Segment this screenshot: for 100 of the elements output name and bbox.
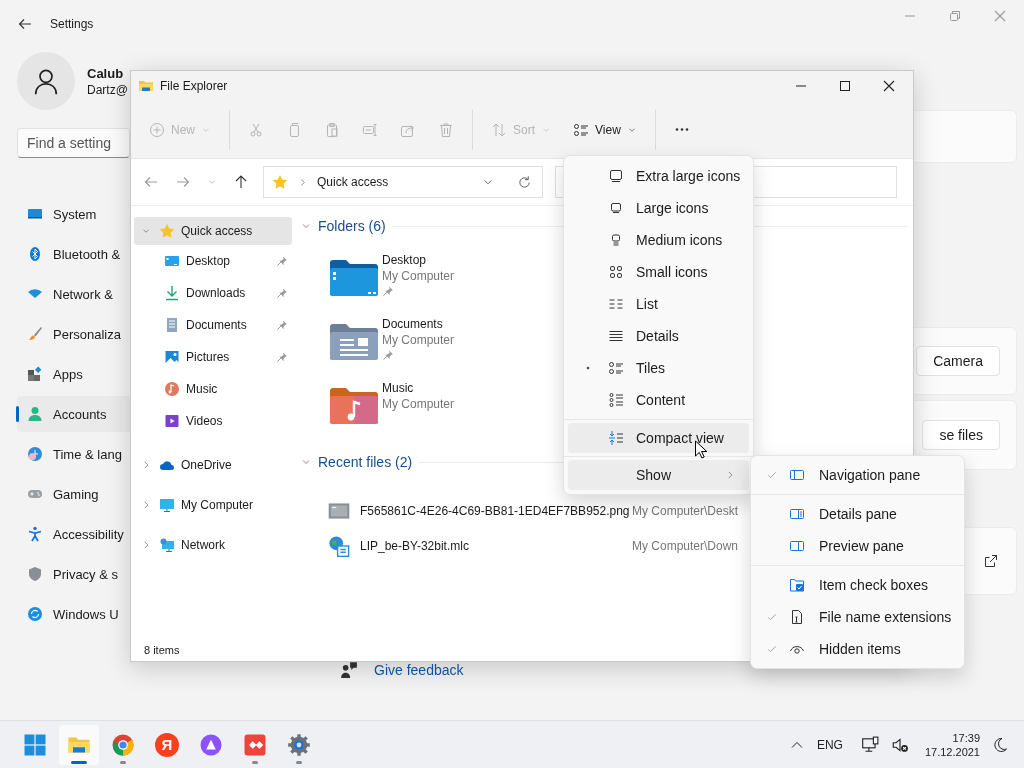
- refresh-icon: [517, 174, 532, 190]
- menu-item[interactable]: Details pane: [755, 498, 960, 530]
- apps-icon: [27, 366, 43, 382]
- tree-item[interactable]: Desktop: [134, 245, 292, 277]
- nav-item[interactable]: Accounts: [17, 396, 130, 432]
- browser-icon: [111, 732, 135, 757]
- chevron-icon: [141, 460, 151, 470]
- nav-item[interactable]: Apps: [17, 356, 130, 392]
- restore-icon[interactable]: [947, 8, 963, 24]
- nav-item[interactable]: Windows U: [17, 596, 130, 632]
- sort-icon: [491, 121, 507, 138]
- document-icon: [164, 317, 180, 333]
- pane-icon: [789, 467, 805, 483]
- maximize-icon[interactable]: [837, 78, 853, 94]
- browser-button[interactable]: Я: [147, 724, 187, 765]
- nav-item[interactable]: System: [17, 196, 130, 232]
- moon-icon[interactable]: [992, 736, 1008, 753]
- tree-item[interactable]: Videos: [134, 405, 292, 437]
- details-icon: [608, 328, 624, 344]
- checkbox-folder-icon: [789, 577, 805, 593]
- nav-item[interactable]: Time & lang: [17, 436, 130, 472]
- clock-time[interactable]: 17:39: [952, 731, 980, 744]
- menu-item[interactable]: Tiles: [568, 352, 749, 384]
- window-title: File Explorer: [160, 79, 228, 93]
- network-icon[interactable]: [860, 735, 879, 754]
- user-email: Dartz@: [87, 82, 128, 97]
- muted-speaker-icon[interactable]: [890, 735, 909, 754]
- nav-item[interactable]: Accessibility: [17, 516, 130, 552]
- layout-icon: [573, 121, 590, 138]
- menu-item[interactable]: Compact view: [568, 423, 749, 453]
- menu-item[interactable]: Content: [568, 384, 749, 416]
- sync-icon: [27, 606, 43, 622]
- desktop-icon: [164, 253, 180, 269]
- address-bar[interactable]: Quick access: [263, 166, 543, 198]
- tree-item[interactable]: Quick access: [134, 217, 292, 245]
- list-icon: [608, 296, 624, 312]
- folder-tile[interactable]: Documents My Computer: [330, 318, 550, 382]
- menu-item[interactable]: Small icons: [568, 256, 749, 288]
- brush-icon: [27, 326, 43, 342]
- file-name[interactable]: LIP_be-BY-32bit.mlc: [360, 538, 632, 553]
- tree-item[interactable]: Pictures: [134, 341, 292, 373]
- monitor-icon: [27, 206, 43, 222]
- menu-item[interactable]: Medium icons: [568, 224, 749, 256]
- tree-item[interactable]: Downloads: [134, 277, 292, 309]
- nav-item[interactable]: Privacy & s: [17, 556, 130, 592]
- tree-item[interactable]: Documents: [134, 309, 292, 341]
- nav-item[interactable]: Bluetooth &: [17, 236, 130, 272]
- star-icon: [159, 223, 175, 239]
- menu-item[interactable]: List: [568, 288, 749, 320]
- tree-item[interactable]: Music: [134, 373, 292, 405]
- up-icon[interactable]: [233, 174, 249, 190]
- menu-item[interactable]: Extra large icons: [568, 160, 749, 192]
- status-text: 8 items: [144, 644, 180, 656]
- menu-item[interactable]: File name extensions: [755, 601, 960, 633]
- menu-item[interactable]: Show: [568, 460, 749, 490]
- menu-item[interactable]: Details: [568, 320, 749, 352]
- section-header: Folders (6): [318, 218, 386, 234]
- chevron-icon: [141, 500, 151, 510]
- trash-icon: [438, 121, 454, 138]
- menu-item[interactable]: Preview pane: [755, 530, 960, 562]
- clock-date[interactable]: 17.12.2021: [924, 745, 980, 758]
- music-icon: [164, 381, 180, 397]
- browse-button[interactable]: se files: [922, 420, 1000, 450]
- menu-item[interactable]: Item check boxes: [755, 569, 960, 601]
- close-icon[interactable]: [881, 78, 897, 94]
- forward-icon[interactable]: [175, 174, 191, 190]
- tree-item[interactable]: Network: [134, 525, 292, 565]
- menu-item[interactable]: Hidden items: [755, 633, 960, 665]
- chevron-icon: [141, 540, 151, 550]
- menu-item[interactable]: Large icons: [568, 192, 749, 224]
- camera-button[interactable]: Camera: [916, 346, 1000, 376]
- language-indicator[interactable]: ENG: [816, 737, 843, 752]
- large-icons-icon: [608, 200, 624, 216]
- file-location: My Computer\Down: [632, 538, 739, 553]
- preview-pane-icon: [789, 538, 805, 554]
- taskbar-button[interactable]: [59, 724, 99, 765]
- nav-item[interactable]: Gaming: [17, 476, 130, 512]
- file-icon: [789, 609, 805, 625]
- windows-icon: [23, 732, 47, 757]
- extra-large-icons-icon: [608, 168, 624, 184]
- nav-item[interactable]: Network &: [17, 276, 130, 312]
- nav-item[interactable]: Personaliza: [17, 316, 130, 352]
- download-icon: [164, 285, 180, 301]
- tree-item[interactable]: OneDrive: [134, 445, 292, 485]
- toolbar-button[interactable]: View: [569, 111, 641, 148]
- details-pane-icon: [789, 506, 805, 522]
- back-icon[interactable]: [17, 16, 33, 32]
- assistant-icon: [199, 732, 223, 757]
- menu-item[interactable]: Navigation pane: [755, 459, 960, 491]
- window-title: Settings: [50, 17, 94, 31]
- rename-icon: [362, 121, 378, 138]
- folder-tile[interactable]: Desktop My Computer: [330, 254, 550, 318]
- file-name[interactable]: F565861C-4E26-4C69-BB81-1ED4EF7BB952.png: [360, 503, 632, 518]
- external-link-icon[interactable]: [983, 553, 999, 569]
- tree-item[interactable]: My Computer: [134, 485, 292, 525]
- feedback-link[interactable]: Give feedback: [374, 662, 464, 678]
- more-icon: [673, 128, 690, 131]
- person-icon: [27, 406, 43, 422]
- search-field[interactable]: Find a setting: [17, 128, 130, 158]
- folder-tile[interactable]: Music My Computer: [330, 382, 550, 446]
